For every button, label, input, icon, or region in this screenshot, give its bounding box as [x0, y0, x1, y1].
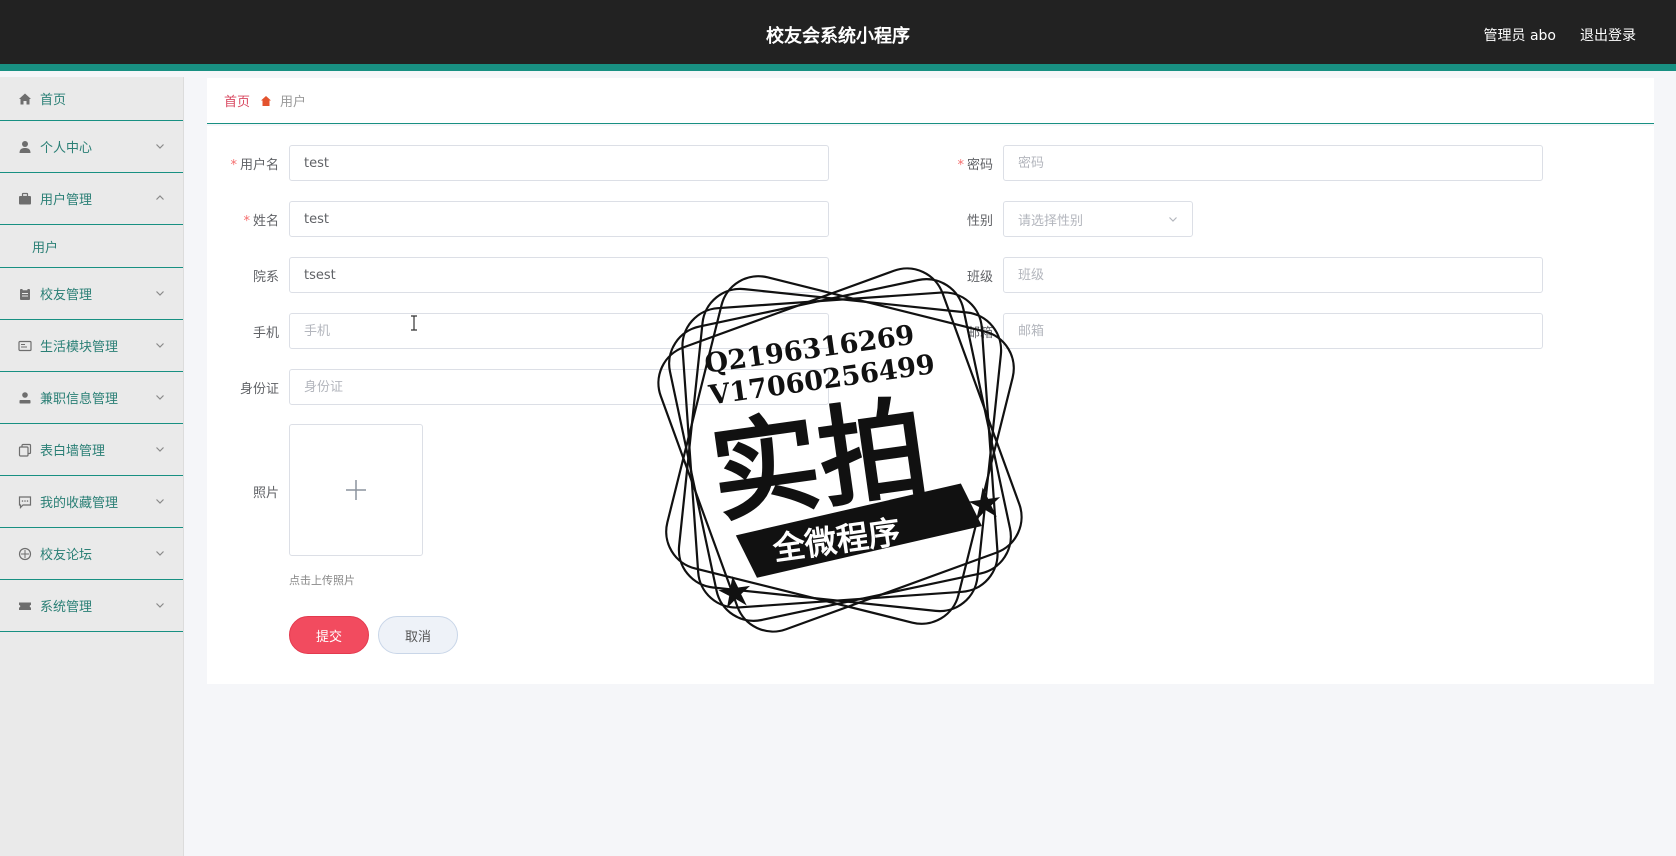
chevron-down-icon — [156, 498, 164, 504]
form-row-photo: 照片 — [219, 482, 289, 501]
sidebar-item-confession-wall[interactable]: 表白墙管理 — [0, 424, 183, 476]
sidebar-item-label: 首页 — [40, 93, 67, 108]
breadcrumb-separator-icon — [260, 95, 272, 107]
idcard-label: 身份证 — [239, 381, 279, 397]
cancel-button[interactable]: 取消 — [378, 616, 458, 654]
chevron-down-icon — [156, 446, 164, 452]
sidebar-item-profile[interactable]: 个人中心 — [0, 121, 183, 173]
sidebar-item-label: 我的收藏管理 — [40, 496, 119, 511]
watermark-stamp: Q2196316269 V17060256499 实拍 全微程序 — [657, 267, 1023, 633]
sidebar-subitem-user[interactable]: 用户 — [0, 225, 183, 268]
chevron-down-icon — [156, 290, 164, 296]
department-label: 院系 — [252, 269, 279, 285]
phone-label: 手机 — [252, 325, 279, 341]
sidebar-item-home[interactable]: 首页 — [0, 77, 183, 121]
sidebar-item-alumni-management[interactable]: 校友管理 — [0, 268, 183, 320]
top-header: 校友会系统小程序 管理员 abo 退出登录 — [0, 0, 1676, 71]
chevron-down-icon — [156, 394, 164, 400]
submit-button[interactable]: 提交 — [289, 616, 369, 654]
username-input[interactable] — [289, 145, 829, 181]
password-input[interactable] — [1003, 145, 1543, 181]
form-row-name: * 姓名 — [219, 201, 829, 237]
header-accent-bar — [0, 64, 1676, 71]
form-row-password: * 密码 — [933, 145, 1543, 181]
plus-icon — [346, 480, 366, 500]
sidebar-item-system[interactable]: 系统管理 — [0, 580, 183, 632]
username-label: * 用户名 — [230, 157, 279, 173]
gender-label: 性别 — [966, 213, 993, 229]
sidebar-item-label: 生活模块管理 — [40, 340, 119, 355]
sidebar-item-label: 用户管理 — [40, 193, 93, 208]
form-row-gender: 性别 请选择性别 — [933, 201, 1193, 237]
password-label: * 密码 — [957, 157, 993, 173]
current-user-label: 管理员 abo — [1483, 28, 1556, 44]
sidebar: 首页 个人中心 用户管理 用户 校友管理 生活模块管理 兼职信息管理 表白墙管理… — [0, 77, 184, 856]
photo-label: 照片 — [252, 486, 279, 501]
user-stamp-icon — [18, 391, 32, 405]
name-label: * 姓名 — [243, 213, 279, 229]
sidebar-item-forum[interactable]: 校友论坛 — [0, 528, 183, 580]
gender-select[interactable]: 请选择性别 — [1003, 201, 1193, 237]
text-cursor-icon — [411, 315, 417, 331]
sidebar-item-favorites[interactable]: 我的收藏管理 — [0, 476, 183, 528]
email-input[interactable] — [1003, 313, 1543, 349]
person-icon — [18, 140, 32, 154]
ticket-icon — [18, 599, 32, 613]
chevron-down-icon — [156, 143, 164, 149]
briefcase-icon — [18, 192, 32, 206]
clipboard-icon — [18, 287, 32, 301]
sidebar-item-label: 校友管理 — [40, 288, 93, 303]
photo-upload-hint: 点击上传照片 — [289, 574, 355, 587]
name-input[interactable] — [289, 201, 829, 237]
logout-button[interactable]: 退出登录 — [1580, 25, 1636, 45]
chevron-up-icon — [156, 194, 164, 200]
chevron-down-icon — [156, 602, 164, 608]
sidebar-item-label: 兼职信息管理 — [40, 392, 119, 407]
photo-upload-box[interactable] — [289, 424, 423, 556]
class-input[interactable] — [1003, 257, 1543, 293]
card-icon — [18, 339, 32, 353]
app-title: 校友会系统小程序 — [766, 26, 910, 47]
sidebar-item-label: 校友论坛 — [40, 548, 93, 563]
chevron-down-icon — [156, 342, 164, 348]
gender-select-placeholder: 请选择性别 — [1018, 213, 1084, 229]
sidebar-item-user-management[interactable]: 用户管理 — [0, 173, 183, 225]
sidebar-item-parttime[interactable]: 兼职信息管理 — [0, 372, 183, 424]
chevron-down-icon — [1169, 217, 1177, 222]
sidebar-item-life-module[interactable]: 生活模块管理 — [0, 320, 183, 372]
sidebar-item-label: 系统管理 — [40, 600, 93, 615]
sidebar-item-label: 个人中心 — [40, 141, 93, 156]
copy-icon — [18, 443, 32, 457]
form-row-username: * 用户名 — [219, 145, 829, 181]
breadcrumb: 首页 用户 — [207, 78, 1654, 124]
home-icon — [18, 92, 32, 106]
chevron-down-icon — [156, 550, 164, 556]
breadcrumb-current: 用户 — [280, 95, 307, 110]
sidebar-item-label: 表白墙管理 — [40, 444, 106, 459]
chat-icon — [18, 495, 32, 509]
compass-icon — [18, 547, 32, 561]
breadcrumb-home-link[interactable]: 首页 — [224, 91, 250, 110]
